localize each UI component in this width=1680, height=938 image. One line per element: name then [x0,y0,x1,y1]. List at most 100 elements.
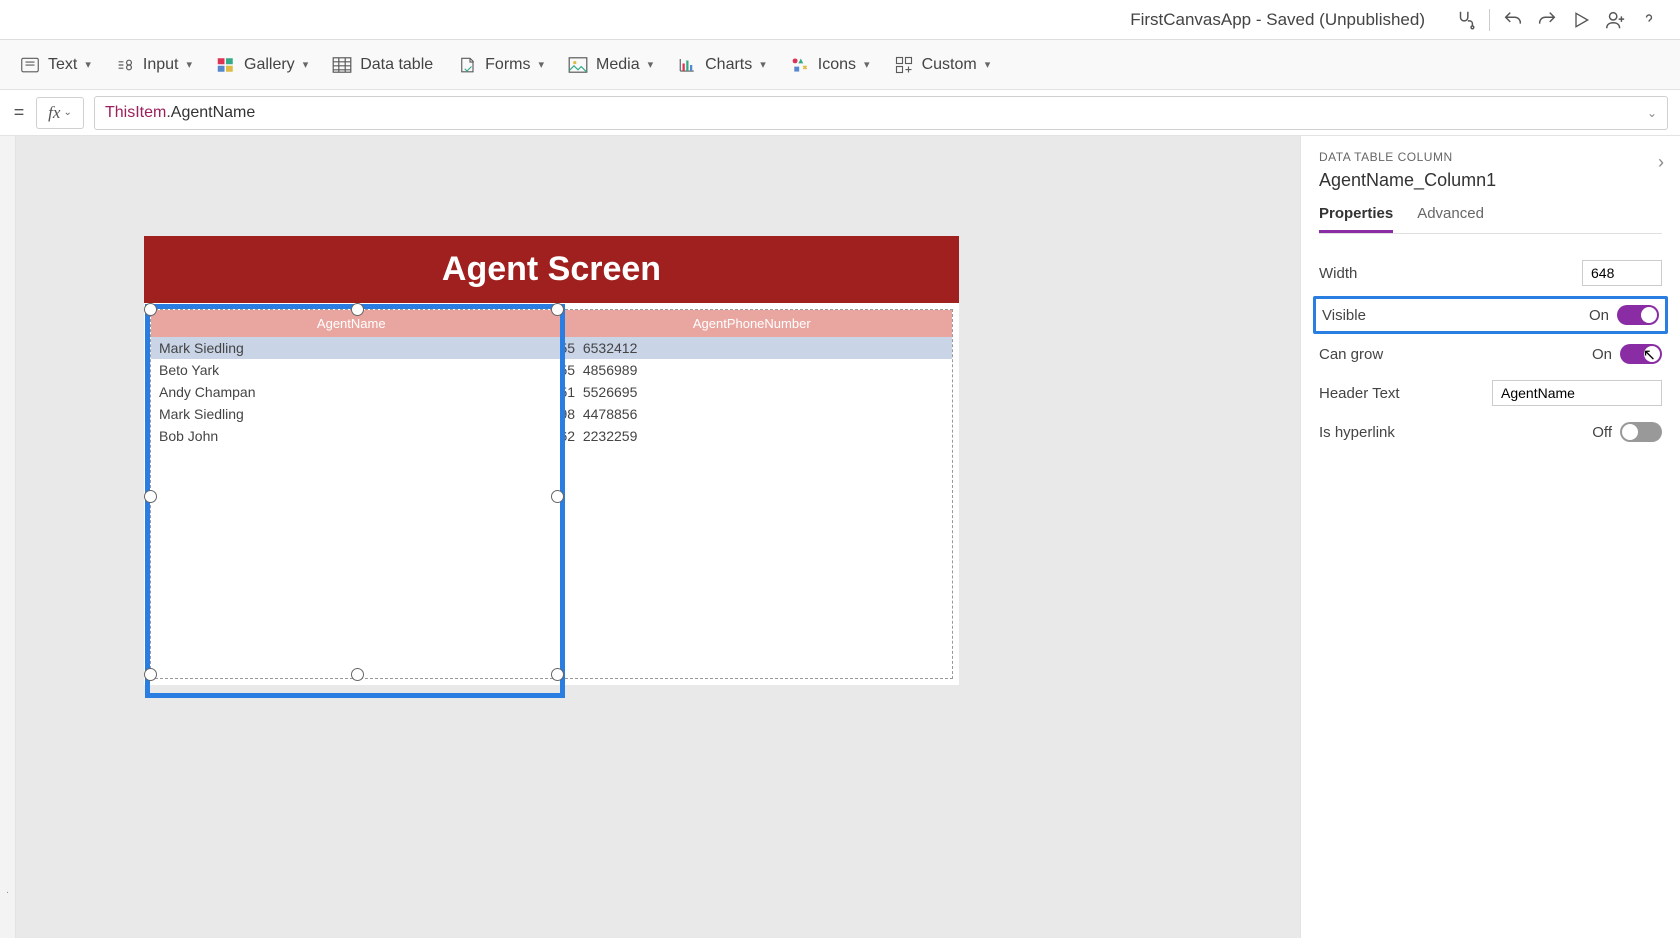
formula-expand-icon[interactable]: ⌄ [1647,106,1657,120]
formula-token-rest: .AgentName [166,104,255,122]
main-area: · Agent Screen AgentName AgentPhoneNumbe… [0,136,1680,938]
property-category: DATA TABLE COLUMN [1319,150,1662,164]
prop-label: Visible [1322,307,1366,324]
charts-icon [677,55,697,75]
ribbon-gallery[interactable]: Gallery▾ [216,55,308,75]
highlighted-visible-row: Visible On [1313,296,1668,334]
ribbon-label: Media [596,56,640,74]
property-tabs: Properties Advanced [1319,205,1662,234]
toggle-state-text: Off [1592,424,1612,441]
prop-row-headertext: Header Text [1319,372,1662,414]
table-row[interactable]: Andy Champan 51 5526695 [151,381,952,403]
data-table-header: AgentName AgentPhoneNumber [151,310,952,337]
resize-handle[interactable] [144,303,157,316]
cangrow-toggle[interactable]: ↖ [1620,344,1662,364]
cell-phone: 62 2232259 [552,425,953,447]
ribbon-label: Icons [818,56,856,74]
play-preview-icon[interactable] [1564,3,1598,37]
resize-handle[interactable] [351,668,364,681]
resize-handle[interactable] [551,303,564,316]
cell-name: Bob John [151,425,552,447]
screen-title: Agent Screen [144,236,959,303]
tab-advanced[interactable]: Advanced [1417,205,1484,233]
cell-phone: 98 4478856 [552,403,953,425]
ribbon-label: Input [143,56,179,74]
mouse-cursor-icon: ↖ [1643,345,1656,365]
custom-icon [894,55,914,75]
property-pane: DATA TABLE COLUMN › AgentName_Column1 Pr… [1300,136,1680,938]
ribbon-label: Text [48,56,77,74]
help-icon[interactable] [1632,3,1666,37]
media-icon [568,55,588,75]
resize-handle[interactable] [144,490,157,503]
prop-row-visible: Visible On [1322,303,1659,327]
table-row[interactable]: Mark Siedling 55 6532412 [151,337,952,359]
icons-icon [790,55,810,75]
resize-handle[interactable] [551,668,564,681]
headertext-input[interactable] [1492,380,1662,406]
undo-icon[interactable] [1496,3,1530,37]
input-icon [115,55,135,75]
forms-icon [457,55,477,75]
cell-phone: 55 4856989 [552,359,953,381]
formula-bar-row: = fx⌄ ThisItem.AgentName ⌄ [0,90,1680,136]
cell-name: Beto Yark [151,359,552,381]
ribbon-text[interactable]: Text▾ [20,55,91,75]
ribbon-label: Custom [922,56,977,74]
resize-handle[interactable] [144,668,157,681]
insert-ribbon: Text▾ Input▾ Gallery▾ Data table Forms▾ … [0,40,1680,90]
cell-phone: 51 5526695 [552,381,953,403]
ribbon-label: Charts [705,56,752,74]
prop-label: Can grow [1319,346,1383,363]
ribbon-charts[interactable]: Charts▾ [677,55,766,75]
share-user-icon[interactable] [1598,3,1632,37]
gallery-icon [216,55,236,75]
visible-toggle[interactable] [1617,305,1659,325]
title-bar: FirstCanvasApp - Saved (Unpublished) [0,0,1680,40]
column-header-agentphone[interactable]: AgentPhoneNumber [552,310,953,337]
prop-row-width: Width [1319,252,1662,294]
app-title: FirstCanvasApp - Saved (Unpublished) [1130,10,1425,30]
ribbon-icons[interactable]: Icons▾ [790,55,870,75]
prop-row-hyperlink: Is hyperlink Off [1319,414,1662,450]
ribbon-data-table[interactable]: Data table [332,55,433,75]
redo-icon[interactable] [1530,3,1564,37]
cell-phone: 55 6532412 [552,337,953,359]
category-expand-icon[interactable]: › [1658,152,1664,173]
formula-input[interactable]: ThisItem.AgentName ⌄ [94,96,1668,130]
tab-properties[interactable]: Properties [1319,205,1393,233]
selected-object-name: AgentName_Column1 [1319,170,1662,191]
ribbon-input[interactable]: Input▾ [115,55,192,75]
app-screen: Agent Screen AgentName AgentPhoneNumber … [144,236,959,685]
prop-label: Width [1319,265,1357,282]
toggle-state-text: On [1592,346,1612,363]
hyperlink-toggle[interactable] [1620,422,1662,442]
canvas-area[interactable]: Agent Screen AgentName AgentPhoneNumber … [16,136,1300,938]
ribbon-custom[interactable]: Custom▾ [894,55,991,75]
left-rail[interactable]: · [0,136,16,938]
table-row[interactable]: Bob John 62 2232259 [151,425,952,447]
fx-icon: fx [48,103,60,123]
resize-handle[interactable] [551,490,564,503]
health-check-icon[interactable] [1449,3,1483,37]
width-input[interactable] [1582,260,1662,286]
prop-label: Header Text [1319,385,1400,402]
data-table-control[interactable]: AgentName AgentPhoneNumber Mark Siedling… [150,309,953,679]
toggle-state-text: On [1589,307,1609,324]
table-row[interactable]: Mark Siedling 98 4478856 [151,403,952,425]
table-row[interactable]: Beto Yark 55 4856989 [151,359,952,381]
ribbon-label: Data table [360,56,433,74]
cell-name: Andy Champan [151,381,552,403]
prop-row-cangrow: Can grow On ↖ [1319,336,1662,372]
formula-token-thisitem: ThisItem [105,104,166,122]
cell-name: Mark Siedling [151,403,552,425]
ribbon-media[interactable]: Media▾ [568,55,653,75]
equals-label: = [12,102,26,123]
resize-handle[interactable] [351,303,364,316]
column-header-agentname[interactable]: AgentName [151,310,552,337]
ribbon-forms[interactable]: Forms▾ [457,55,544,75]
fx-dropdown[interactable]: fx⌄ [36,97,84,129]
data-table-icon [332,55,352,75]
text-icon [20,55,40,75]
ribbon-label: Gallery [244,56,295,74]
